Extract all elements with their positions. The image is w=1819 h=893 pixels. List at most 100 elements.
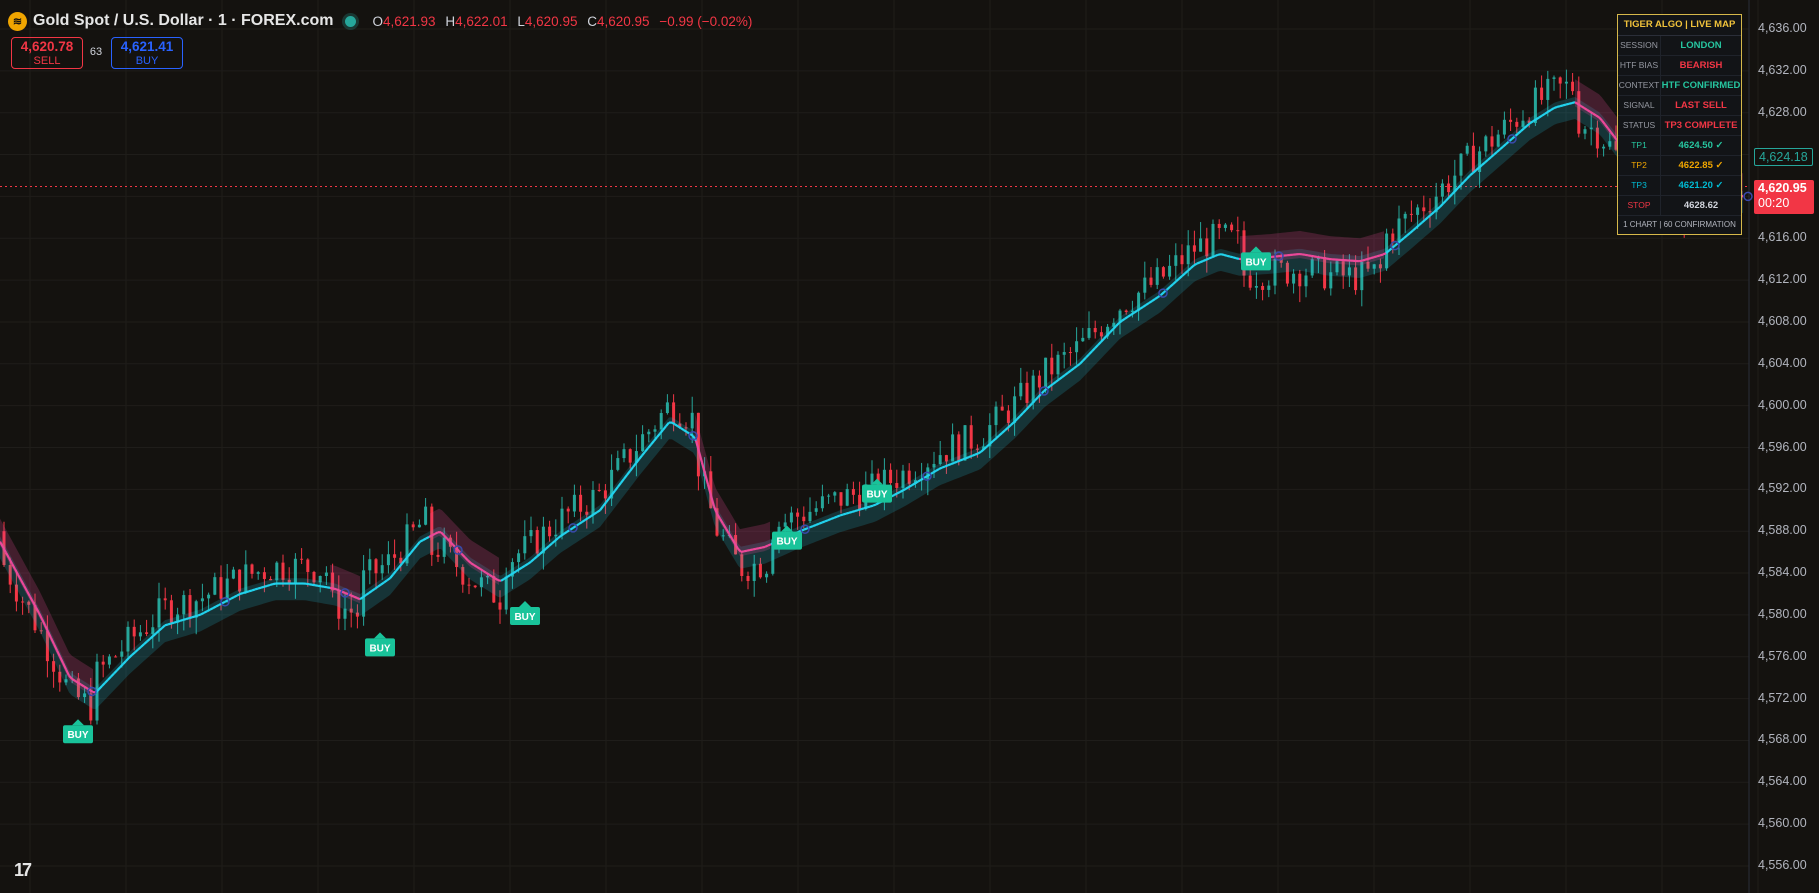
panel-row-tp1: TP1 4624.50 ✓	[1618, 136, 1741, 156]
sell-button[interactable]: 4,620.78 SELL	[11, 37, 83, 69]
panel-row-label: TP1	[1618, 136, 1661, 155]
trend-line	[1196, 261, 1201, 265]
candle-body	[1304, 275, 1308, 287]
candle-body	[138, 632, 142, 637]
candle-body	[256, 572, 260, 574]
trend-line	[191, 615, 196, 619]
buy-signal-arrow-icon	[519, 600, 531, 607]
candle-body	[827, 495, 831, 497]
candle-body	[802, 516, 806, 522]
trend-line	[1565, 102, 1570, 106]
trend-line	[857, 508, 862, 512]
trend-line	[239, 592, 244, 596]
candle-body	[1261, 285, 1265, 290]
price-tick: 4,592.00	[1758, 481, 1807, 496]
candle-body	[1223, 224, 1227, 228]
last-price: 4,620.95	[1758, 181, 1807, 195]
trend-line	[251, 588, 256, 592]
trend-line	[956, 459, 961, 463]
panel-row-label: STATUS	[1618, 116, 1661, 135]
candle-body	[436, 554, 440, 557]
trend-line	[1217, 253, 1222, 256]
candle-body	[889, 469, 893, 484]
trend-line	[899, 489, 904, 493]
low-value: 4,620.95	[524, 13, 578, 29]
trend-line	[173, 620, 178, 624]
candle-body	[114, 656, 118, 658]
trend-line	[311, 583, 316, 587]
candle-body	[628, 449, 632, 463]
buy-signal-label: BUY	[514, 612, 535, 623]
candle-body	[938, 455, 942, 464]
trend-line	[269, 583, 274, 587]
trend-line	[935, 468, 940, 472]
panel-row-value: 4624.50 ✓	[1678, 140, 1724, 151]
trend-line	[254, 587, 259, 591]
trend-line	[908, 484, 913, 488]
candle-body	[213, 577, 217, 595]
candle-body	[1068, 352, 1072, 354]
candle-body	[1484, 136, 1488, 152]
candle-body	[1254, 285, 1258, 288]
price-tick: 4,560.00	[1758, 816, 1807, 831]
candle-body	[207, 594, 211, 599]
panel-row-value: 4622.85 ✓	[1678, 160, 1724, 171]
trend-line	[812, 523, 817, 528]
trend-line	[803, 527, 808, 531]
candle-body	[665, 402, 669, 414]
buy-signal-label: BUY	[1245, 257, 1266, 268]
tradingview-logo-icon[interactable]: 17	[14, 860, 32, 881]
trend-line	[308, 583, 313, 586]
trend-line	[1556, 105, 1561, 109]
trend-line	[902, 487, 907, 492]
candle-body	[789, 512, 793, 523]
price-tick: 4,612.00	[1758, 272, 1807, 287]
candle-body	[1558, 77, 1562, 84]
panel-row-label: TP2	[1618, 156, 1661, 175]
trend-line	[257, 586, 262, 590]
symbol-title[interactable]: Gold Spot / U.S. Dollar · 1 · FOREX.com	[33, 12, 333, 30]
candle-body	[579, 494, 583, 512]
trend-line	[905, 486, 910, 490]
trend-line	[1559, 104, 1564, 108]
trend-line	[917, 478, 922, 483]
trend-line	[809, 525, 814, 529]
candle-body	[393, 554, 397, 558]
trend-line	[959, 458, 964, 462]
candle-body	[1050, 357, 1054, 375]
candle-body	[820, 496, 824, 509]
price-chart[interactable]: BUY BUY BUY BUY BUY BUY	[0, 0, 1819, 893]
panel-row-stop: STOP 4628.62	[1618, 196, 1741, 216]
candle-body	[281, 562, 285, 580]
price-axis[interactable]: 4,636.004,632.004,628.004,624.004,620.00…	[1749, 0, 1819, 893]
candle-body	[622, 449, 626, 459]
trend-line	[824, 519, 829, 523]
buy-button[interactable]: 4,621.41 BUY	[111, 37, 183, 69]
trend-line	[977, 450, 982, 455]
trend-line	[200, 611, 205, 616]
candle-body	[951, 434, 955, 462]
trend-line	[953, 460, 958, 464]
panel-row-value: HTF CONFIRMED	[1661, 80, 1741, 91]
trend-line	[1229, 255, 1234, 259]
trend-band	[0, 97, 1743, 710]
trend-line	[896, 490, 901, 495]
candle-body	[1403, 213, 1407, 219]
candle-body	[1509, 119, 1513, 122]
trend-line	[875, 501, 880, 506]
trend-line	[1235, 257, 1240, 260]
candle-body	[1540, 87, 1544, 100]
candle-body	[163, 598, 167, 601]
trend-line	[893, 492, 898, 497]
candle-body	[1149, 277, 1153, 285]
candle-body	[1490, 136, 1494, 147]
trend-line	[971, 453, 976, 457]
price-tick: 4,600.00	[1758, 397, 1807, 412]
candle-body	[182, 595, 186, 615]
candle-body	[758, 563, 762, 578]
trend-line	[932, 469, 937, 474]
trend-line	[197, 613, 202, 617]
candle-body	[101, 661, 105, 665]
candle-body	[1465, 145, 1469, 154]
candle-body	[523, 536, 527, 554]
